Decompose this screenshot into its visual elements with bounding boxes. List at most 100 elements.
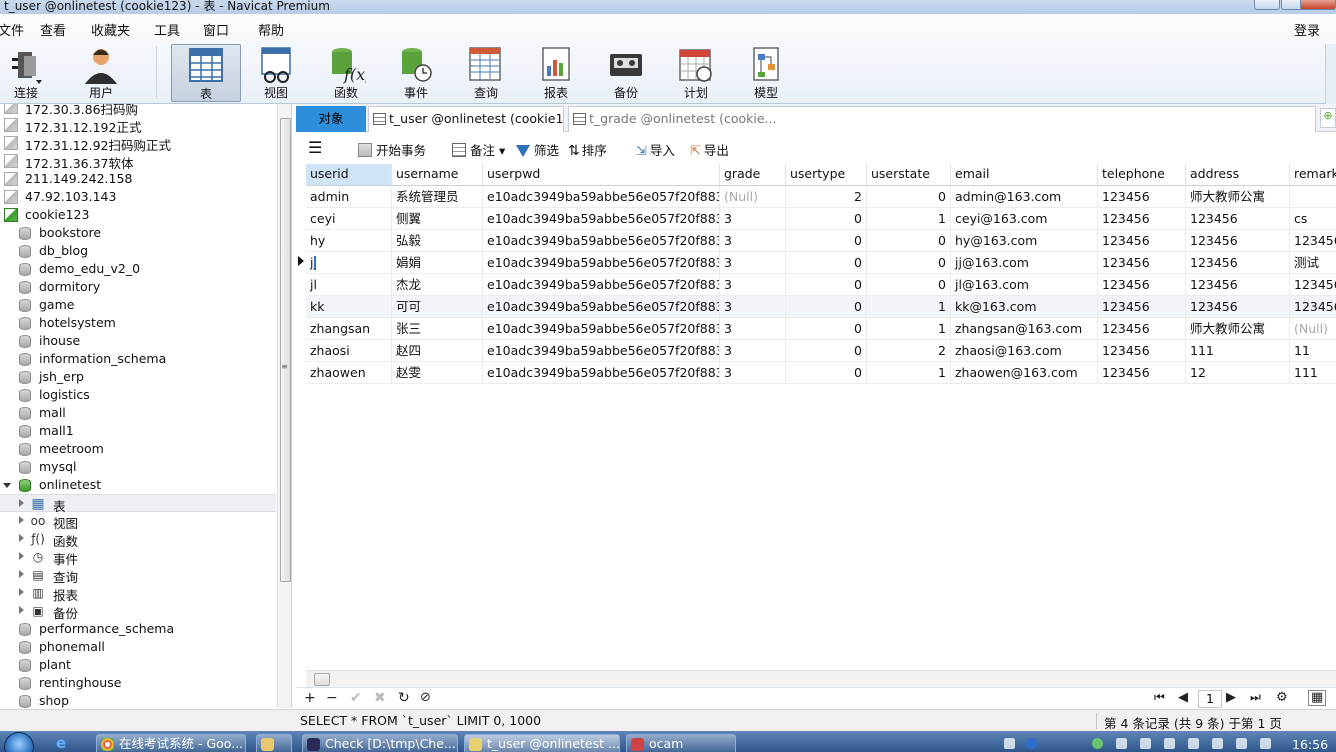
cell-remark[interactable]: 11: [1290, 340, 1336, 362]
grid-scroll-thumb[interactable]: [314, 673, 330, 686]
cell-usertype[interactable]: 0: [786, 340, 867, 362]
tree-database[interactable]: mall1: [0, 422, 276, 440]
tree-database[interactable]: plant: [0, 656, 276, 674]
cell-usertype[interactable]: 0: [786, 274, 867, 296]
apply-icon[interactable]: ✔: [350, 690, 362, 706]
collapse-icon[interactable]: [19, 552, 24, 560]
grid-view-icon[interactable]: ▦: [1308, 690, 1327, 706]
discard-icon[interactable]: ✖: [374, 690, 386, 706]
column-header-remark[interactable]: remark: [1290, 164, 1336, 186]
ribbon-scroll[interactable]: [1325, 44, 1336, 104]
cell-userid[interactable]: zhaowen: [306, 362, 392, 384]
collapse-icon[interactable]: [19, 499, 24, 507]
cell-telephone[interactable]: 123456: [1098, 362, 1186, 384]
cell-telephone[interactable]: 123456: [1098, 340, 1186, 362]
cell-usertype[interactable]: 0: [786, 296, 867, 318]
cell-email[interactable]: kk@163.com: [951, 296, 1098, 318]
minimize-button[interactable]: [1254, 0, 1280, 10]
cell-email[interactable]: jl@163.com: [951, 274, 1098, 296]
cell-username[interactable]: 杰龙: [392, 274, 483, 296]
menu-view[interactable]: 查看: [40, 20, 66, 39]
keyboard-icon[interactable]: [1004, 738, 1015, 749]
tree-object-group[interactable]: ▤ 查询: [0, 566, 276, 585]
tab-t-user[interactable]: t_user @onlinetest (cookie1...: [368, 106, 564, 132]
expand-icon[interactable]: [3, 483, 11, 488]
table-row[interactable]: zhangsan 张三 e10adc3949ba59abbe56e057f20f88…: [306, 318, 1336, 340]
schedule-button[interactable]: 计划: [661, 44, 731, 102]
taskbar-item-check[interactable]: Check [D:\tmp\Che...: [302, 734, 458, 752]
column-header-userid[interactable]: userid: [306, 164, 392, 186]
menu-file[interactable]: 文件: [0, 20, 24, 39]
cell-address[interactable]: 师大教师公寓: [1186, 318, 1290, 340]
cell-email[interactable]: zhaosi@163.com: [951, 340, 1098, 362]
event-button[interactable]: 事件: [381, 44, 451, 102]
tree-database[interactable]: jsh_erp: [0, 368, 276, 386]
cell-grade[interactable]: 3: [720, 340, 786, 362]
menu-tools[interactable]: 工具: [154, 20, 180, 39]
start-button[interactable]: [4, 732, 34, 752]
menu-help[interactable]: 帮助: [258, 20, 284, 39]
export-button[interactable]: ⇱ 导出: [690, 140, 729, 159]
table-row[interactable]: ceyi 侧翼 e10adc3949ba59abbe56e057f20f883e 3 0…: [306, 208, 1336, 230]
page-number-input[interactable]: 1: [1198, 690, 1222, 708]
cell-userid[interactable]: hy: [306, 230, 392, 252]
import-button[interactable]: ⇲ 导入: [636, 140, 675, 159]
table-row[interactable]: kk 可可 e10adc3949ba59abbe56e057f20f883e 3 0 1 k…: [306, 296, 1336, 318]
cell-remark[interactable]: 测试: [1290, 252, 1336, 274]
collapse-icon[interactable]: [19, 516, 24, 524]
tree-database[interactable]: rentinghouse: [0, 674, 276, 692]
table-button[interactable]: 表: [171, 44, 241, 102]
network-tray-icon[interactable]: [1164, 738, 1175, 749]
cell-userpwd[interactable]: e10adc3949ba59abbe56e057f20f883e: [483, 208, 720, 230]
table-row[interactable]: jj娟娟e10adc3949ba59abbe56e057f20f883e300j…: [306, 252, 1336, 274]
cell-remark[interactable]: 111: [1290, 362, 1336, 384]
taskbar-item-navicat[interactable]: t_user @onlinetest ...: [464, 734, 620, 752]
table-row[interactable]: zhaowen 赵雯 e10adc3949ba59abbe56e057f20f883…: [306, 362, 1336, 384]
cell-address[interactable]: 123456: [1186, 274, 1290, 296]
function-button[interactable]: f(x) 函数: [311, 44, 381, 102]
cell-grade[interactable]: 3: [720, 362, 786, 384]
delete-record-icon[interactable]: −: [326, 690, 338, 706]
cell-usertype[interactable]: 2: [786, 186, 867, 208]
tree-scrollbar[interactable]: ≡: [277, 104, 291, 708]
cell-userpwd[interactable]: e10adc3949ba59abbe56e057f20f883e: [483, 186, 720, 208]
cell-email[interactable]: ceyi@163.com: [951, 208, 1098, 230]
cell-address[interactable]: 123456: [1186, 208, 1290, 230]
connect-button[interactable]: 连接: [0, 44, 61, 102]
taskbar-item-ocam[interactable]: ocam: [626, 734, 736, 752]
collapse-icon[interactable]: [19, 534, 24, 542]
menu-favorites[interactable]: 收藏夹: [91, 20, 130, 39]
cell-grade[interactable]: 3: [720, 296, 786, 318]
cell-remark[interactable]: 123456: [1290, 296, 1336, 318]
cell-userpwd[interactable]: e10adc3949ba59abbe56e057f20f883e: [483, 296, 720, 318]
cell-userpwd[interactable]: e10adc3949ba59abbe56e057f20f883e: [483, 274, 720, 296]
column-header-grade[interactable]: grade: [720, 164, 786, 186]
collapse-icon[interactable]: [19, 570, 24, 578]
tree-database[interactable]: phonemall: [0, 638, 276, 656]
cell-username[interactable]: 可可: [392, 296, 483, 318]
cell-usertype[interactable]: 0: [786, 362, 867, 384]
filter-button[interactable]: 筛选: [516, 140, 559, 159]
tree-scroll-thumb[interactable]: [280, 118, 291, 582]
cell-remark[interactable]: [1290, 186, 1336, 208]
column-header-userstate[interactable]: userstate: [867, 164, 951, 186]
cell-username[interactable]: 弘毅: [392, 230, 483, 252]
wechat-icon[interactable]: [1092, 738, 1103, 749]
tree-database[interactable]: performance_schema: [0, 620, 276, 638]
cell-userid[interactable]: zhaosi: [306, 340, 392, 362]
table-row[interactable]: jl 杰龙 e10adc3949ba59abbe56e057f20f883e 3 0 0 j…: [306, 274, 1336, 296]
column-header-email[interactable]: email: [951, 164, 1098, 186]
taskbar-item-browser[interactable]: 在线考试系统 - Goo...: [96, 734, 246, 752]
bluetooth-icon[interactable]: [1116, 738, 1127, 749]
column-header-address[interactable]: address: [1186, 164, 1290, 186]
login-link[interactable]: 登录: [1294, 20, 1320, 39]
cell-userpwd[interactable]: e10adc3949ba59abbe56e057f20f883e: [483, 252, 720, 274]
tree-object-group[interactable]: oo 视图: [0, 512, 276, 531]
cell-username[interactable]: 系统管理员: [392, 186, 483, 208]
tree-connection[interactable]: 211.149.242.158: [0, 170, 276, 188]
cell-username[interactable]: 赵四: [392, 340, 483, 362]
tree-database[interactable]: db_blog: [0, 242, 276, 260]
view-button[interactable]: 视图: [241, 44, 311, 102]
cell-telephone[interactable]: 123456: [1098, 230, 1186, 252]
cell-grade[interactable]: 3: [720, 208, 786, 230]
